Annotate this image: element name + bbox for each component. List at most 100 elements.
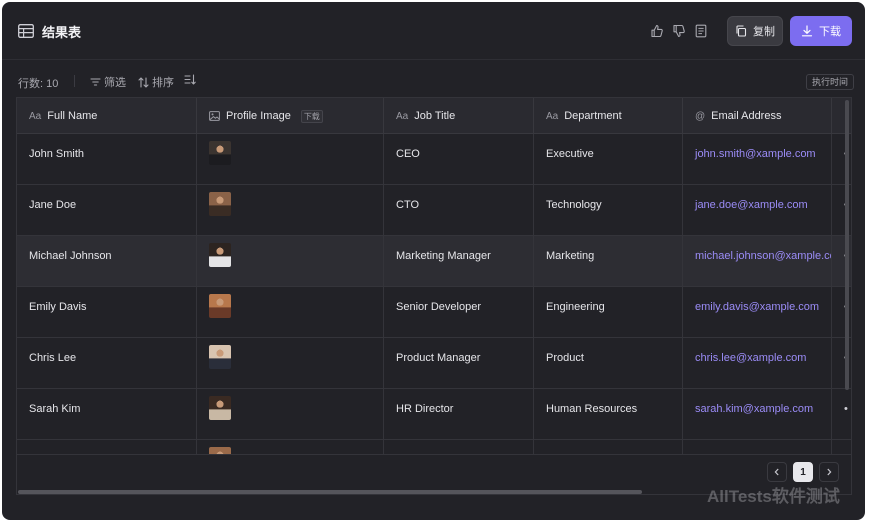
results-panel: 结果表 复制 下载 行数: 10 筛选 排序 执行时间 Aa Full Name… — [2, 2, 865, 520]
results-table: Aa Full Name Profile Image 下载 Aa Job Tit… — [16, 97, 852, 455]
cell-email-address[interactable]: sarah.kim@xample.com — [683, 389, 832, 440]
cell-full-name: Jane Doe — [17, 185, 197, 236]
table-row[interactable]: Michael Johnson Marketing Manager Marketin… — [17, 236, 851, 287]
sort-icon — [138, 76, 149, 88]
cell-email-address[interactable]: david.martin@xample.com — [683, 440, 832, 454]
page-title: 结果表 — [42, 25, 82, 40]
profile-image[interactable] — [209, 294, 231, 318]
cell-department: Engineering — [534, 287, 683, 338]
thumbs-down-icon[interactable] — [672, 24, 686, 38]
filter-icon — [90, 78, 101, 86]
notes-icon[interactable] — [694, 24, 708, 38]
cell-profile-image — [197, 440, 384, 454]
cell-email-address[interactable]: michael.johnson@xample.com — [683, 236, 832, 287]
cell-email-address[interactable]: chris.lee@xample.com — [683, 338, 832, 389]
table-row[interactable]: Sarah Kim HR Director Human Resources sarah… — [17, 389, 851, 440]
column-header-truncated[interactable] — [832, 98, 851, 134]
cell-profile-image — [197, 389, 384, 440]
table-header: Aa Full Name Profile Image 下载 Aa Job Tit… — [17, 98, 851, 134]
cell-job-title: Marketing Manager — [384, 236, 534, 287]
cell-job-title: Product Manager — [384, 338, 534, 389]
cell-truncated: • — [832, 440, 851, 454]
column-header-department[interactable]: Aa Department — [534, 98, 683, 134]
chevron-left-icon — [774, 468, 779, 476]
horizontal-scrollbar[interactable] — [18, 490, 642, 494]
download-button[interactable]: 下载 — [790, 16, 852, 46]
cell-truncated: • — [832, 185, 851, 236]
column-label: Profile Image — [226, 110, 291, 122]
cell-department: Human Resources — [534, 389, 683, 440]
header-bar: 结果表 复制 下载 — [2, 2, 865, 60]
cell-job-title: CEO — [384, 134, 534, 185]
table-toolbar: 行数: 10 筛选 排序 执行时间 — [2, 64, 865, 96]
filter-button[interactable]: 筛选 — [90, 74, 126, 90]
profile-image[interactable] — [209, 396, 231, 420]
cell-email-address[interactable]: john.smith@xample.com — [683, 134, 832, 185]
chevron-right-icon — [827, 468, 832, 476]
cell-truncated: • — [832, 287, 851, 338]
copy-button[interactable]: 复制 — [727, 16, 783, 46]
watermark: AllTests软件测试 — [707, 487, 840, 506]
column-settings-icon — [184, 74, 196, 85]
cell-full-name: Michael Johnson — [17, 236, 197, 287]
table-row[interactable]: John Smith CEO Executive john.smith@xample.… — [17, 134, 851, 185]
table-icon — [18, 24, 34, 38]
cell-email-address[interactable]: jane.doe@xample.com — [683, 185, 832, 236]
table-row[interactable]: Emily Davis Senior Developer Engineering em… — [17, 287, 851, 338]
table-row[interactable]: Chris Lee Product Manager Product chris.lee… — [17, 338, 851, 389]
image-type-icon — [209, 111, 220, 121]
vertical-scrollbar[interactable] — [845, 100, 849, 390]
cell-profile-image — [197, 134, 384, 185]
cell-truncated: • — [832, 389, 851, 440]
cell-truncated: • — [832, 236, 851, 287]
page-number-button[interactable]: 1 — [793, 462, 813, 482]
cell-full-name: Emily Davis — [17, 287, 197, 338]
cell-truncated: • — [832, 134, 851, 185]
cell-department: Marketing — [534, 236, 683, 287]
toolbar-divider — [74, 75, 75, 87]
text-type-icon: Aa — [546, 110, 559, 122]
cell-department: Finance — [534, 440, 683, 454]
column-header-profile-image[interactable]: Profile Image 下载 — [197, 98, 384, 134]
cell-job-title: CTO — [384, 185, 534, 236]
email-type-icon: @ — [695, 110, 706, 122]
copy-icon — [736, 25, 747, 37]
cell-email-address[interactable]: emily.davis@xample.com — [683, 287, 832, 338]
column-header-full-name[interactable]: Aa Full Name — [17, 98, 197, 134]
cell-job-title: Senior Developer — [384, 287, 534, 338]
column-settings-button[interactable] — [184, 74, 196, 85]
table-row[interactable]: David Martin Financial AnalystFinancedavi… — [17, 440, 851, 454]
cell-full-name: David Martin — [17, 440, 197, 454]
text-type-icon: Aa — [29, 110, 42, 122]
prev-page-button[interactable] — [767, 462, 787, 482]
cell-profile-image — [197, 185, 384, 236]
profile-image[interactable] — [209, 345, 231, 369]
cell-department: Technology — [534, 185, 683, 236]
column-label: Email Address — [711, 110, 782, 122]
sort-label: 排序 — [152, 77, 174, 89]
copy-label: 复制 — [753, 26, 775, 38]
cell-full-name: Sarah Kim — [17, 389, 197, 440]
exec-time-button[interactable]: 执行时间 — [806, 74, 855, 90]
column-header-email-address[interactable]: @ Email Address — [683, 98, 832, 134]
text-type-icon: Aa — [396, 110, 409, 122]
profile-image[interactable] — [209, 447, 231, 454]
sort-button[interactable]: 排序 — [138, 74, 174, 90]
cell-department: Executive — [534, 134, 683, 185]
column-header-job-title[interactable]: Aa Job Title — [384, 98, 534, 134]
profile-image[interactable] — [209, 141, 231, 165]
download-icon — [801, 25, 813, 37]
image-download-badge[interactable]: 下载 — [300, 109, 323, 123]
table-row[interactable]: Jane Doe CTO Technology jane.doe@xample.com… — [17, 185, 851, 236]
cell-full-name: Chris Lee — [17, 338, 197, 389]
profile-image[interactable] — [209, 192, 231, 216]
thumbs-up-icon[interactable] — [650, 24, 664, 38]
download-label: 下载 — [819, 26, 841, 38]
cell-profile-image — [197, 338, 384, 389]
next-page-button[interactable] — [819, 462, 839, 482]
cell-profile-image — [197, 236, 384, 287]
cell-job-title: Financial Analyst — [384, 440, 534, 454]
cell-job-title: HR Director — [384, 389, 534, 440]
profile-image[interactable] — [209, 243, 231, 267]
row-count: 行数: 10 — [18, 78, 59, 90]
